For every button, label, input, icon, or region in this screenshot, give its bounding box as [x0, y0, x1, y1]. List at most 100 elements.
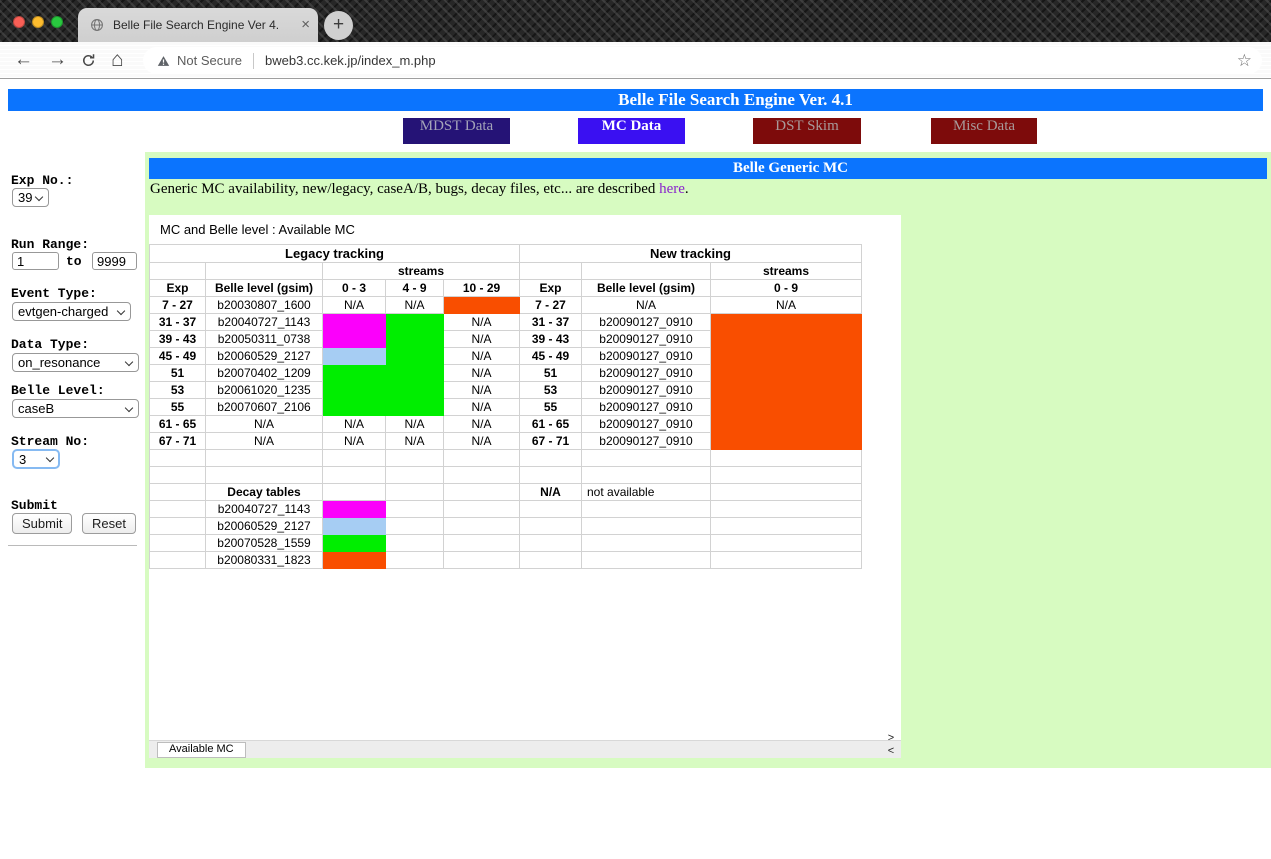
- sheet-tab-available-mc[interactable]: Available MC: [157, 742, 246, 758]
- back-button[interactable]: ←: [14, 47, 33, 73]
- mc-table-cell: [520, 552, 582, 569]
- mc-table-cell: [323, 314, 386, 331]
- reload-icon[interactable]: [80, 51, 97, 77]
- warning-icon[interactable]: [157, 55, 170, 67]
- nav-dst-skim-button[interactable]: DST Skim: [753, 118, 861, 144]
- mc-table-cell: [150, 518, 206, 535]
- forward-button[interactable]: →: [48, 47, 67, 73]
- mc-table-cell: [150, 552, 206, 569]
- mc-table-cell: [323, 501, 386, 518]
- exp-no-select[interactable]: 39: [12, 188, 49, 207]
- nav-mdst-data-button[interactable]: MDST Data: [403, 118, 510, 144]
- mc-table-cell: 7 - 27: [520, 297, 582, 314]
- event-type-select[interactable]: evtgen-charged: [12, 302, 131, 321]
- nav-misc-data-button[interactable]: Misc Data: [931, 118, 1037, 144]
- mc-table-cell: N/A: [323, 433, 386, 450]
- mc-table-cell: [323, 552, 386, 569]
- mc-table-cell: New tracking: [520, 245, 862, 263]
- submit-section-label: Submit: [11, 498, 58, 513]
- mc-table-cell: 7 - 27: [150, 297, 206, 314]
- mc-table-cell: [711, 484, 862, 501]
- mc-table-cell: b20060529_2127: [206, 348, 323, 365]
- mc-table-cell: 53: [150, 382, 206, 399]
- mc-table-cell: 0 - 3: [323, 280, 386, 297]
- mc-table-cell: N/A: [520, 484, 582, 501]
- mc-table-cell: Exp: [150, 280, 206, 297]
- mc-table-cell: b20060529_2127: [206, 518, 323, 535]
- scroll-right-button[interactable]: >: [885, 732, 897, 745]
- belle-level-select[interactable]: caseB: [12, 399, 139, 418]
- mc-table-cell: [711, 467, 862, 484]
- run-from-input[interactable]: [12, 252, 59, 270]
- mc-table-cell: b20050311_0738: [206, 331, 323, 348]
- home-button[interactable]: ⌂: [111, 47, 124, 73]
- mc-table-cell: N/A: [386, 297, 444, 314]
- mc-table-cell: [444, 467, 520, 484]
- mc-table-cell: N/A: [386, 416, 444, 433]
- mc-table-cell: [711, 535, 862, 552]
- mc-table-cell: N/A: [444, 331, 520, 348]
- mc-table-cell: [386, 501, 444, 518]
- minimize-button[interactable]: [32, 16, 44, 28]
- address-bar[interactable]: Not Secure bweb3.cc.kek.jp/index_m.php ☆: [143, 47, 1262, 74]
- browser-tab[interactable]: Belle File Search Engine Ver 4. ×: [78, 8, 318, 42]
- new-tab-button[interactable]: +: [324, 11, 353, 40]
- browser-tab-bar: Belle File Search Engine Ver 4. × +: [0, 0, 1271, 42]
- mc-table-cell: b20090127_0910: [582, 433, 711, 450]
- mc-table-cell: [150, 484, 206, 501]
- tab-close-icon[interactable]: ×: [301, 18, 310, 32]
- available-mc-card: MC and Belle level : Available MC Legacy…: [149, 215, 901, 758]
- submit-button[interactable]: Submit: [12, 513, 72, 534]
- mc-table-cell: [323, 467, 386, 484]
- reset-button[interactable]: Reset: [82, 513, 136, 534]
- description: Generic MC availability, new/legacy, cas…: [150, 181, 689, 198]
- data-type-select[interactable]: on_resonance: [12, 353, 139, 372]
- mc-table-cell: [711, 518, 862, 535]
- mc-table-cell: N/A: [386, 433, 444, 450]
- mc-table-cell: b20080331_1823: [206, 552, 323, 569]
- here-link[interactable]: here: [659, 181, 685, 197]
- mc-table-cell: 39 - 43: [150, 331, 206, 348]
- mc-table-cell: [323, 450, 386, 467]
- mc-table-cell: b20090127_0910: [582, 382, 711, 399]
- mc-table-cell: 31 - 37: [520, 314, 582, 331]
- mc-table-cell: [150, 467, 206, 484]
- mc-table-cell: N/A: [711, 297, 862, 314]
- sidebar-divider: [8, 545, 137, 546]
- mc-table-cell: [386, 348, 444, 365]
- stream-no-select[interactable]: 3: [12, 449, 60, 469]
- mc-table-cell: b20061020_1235: [206, 382, 323, 399]
- mc-table-cell: N/A: [206, 416, 323, 433]
- mc-table-cell: N/A: [323, 297, 386, 314]
- bookmark-star-icon[interactable]: ☆: [1237, 51, 1252, 71]
- zoom-button[interactable]: [51, 16, 63, 28]
- mc-table-cell: [520, 518, 582, 535]
- mc-table-cell: [711, 348, 862, 365]
- mc-table-cell: 31 - 37: [150, 314, 206, 331]
- mc-table-cell: [444, 297, 520, 314]
- mc-table-cell: [444, 552, 520, 569]
- mc-table-cell: b20090127_0910: [582, 365, 711, 382]
- mc-table-cell: b20040727_1143: [206, 314, 323, 331]
- run-to-input[interactable]: [92, 252, 137, 270]
- description-text: Generic MC availability, new/legacy, cas…: [150, 181, 659, 197]
- mc-table-cell: Legacy tracking: [150, 245, 520, 263]
- mc-table-cell: [582, 518, 711, 535]
- mc-table-cell: [711, 450, 862, 467]
- mc-table-cell: [711, 399, 862, 416]
- mc-table-cell: [323, 399, 386, 416]
- close-button[interactable]: [13, 16, 25, 28]
- mc-table-cell: b20040727_1143: [206, 501, 323, 518]
- belle-level-select-wrap: caseB: [12, 399, 139, 418]
- mc-table-cell: N/A: [444, 382, 520, 399]
- event-type-label: Event Type:: [11, 286, 97, 301]
- mc-table-cell: [520, 467, 582, 484]
- scroll-left-button[interactable]: <: [885, 745, 897, 758]
- mc-table-cell: [206, 263, 323, 280]
- mc-table-cell: b20090127_0910: [582, 348, 711, 365]
- mc-table-cell: b20090127_0910: [582, 416, 711, 433]
- nav-mc-data-button[interactable]: MC Data: [578, 118, 685, 144]
- exp-no-label: Exp No.:: [11, 173, 73, 188]
- mc-table-cell: 45 - 49: [520, 348, 582, 365]
- mc-table-cell: [386, 535, 444, 552]
